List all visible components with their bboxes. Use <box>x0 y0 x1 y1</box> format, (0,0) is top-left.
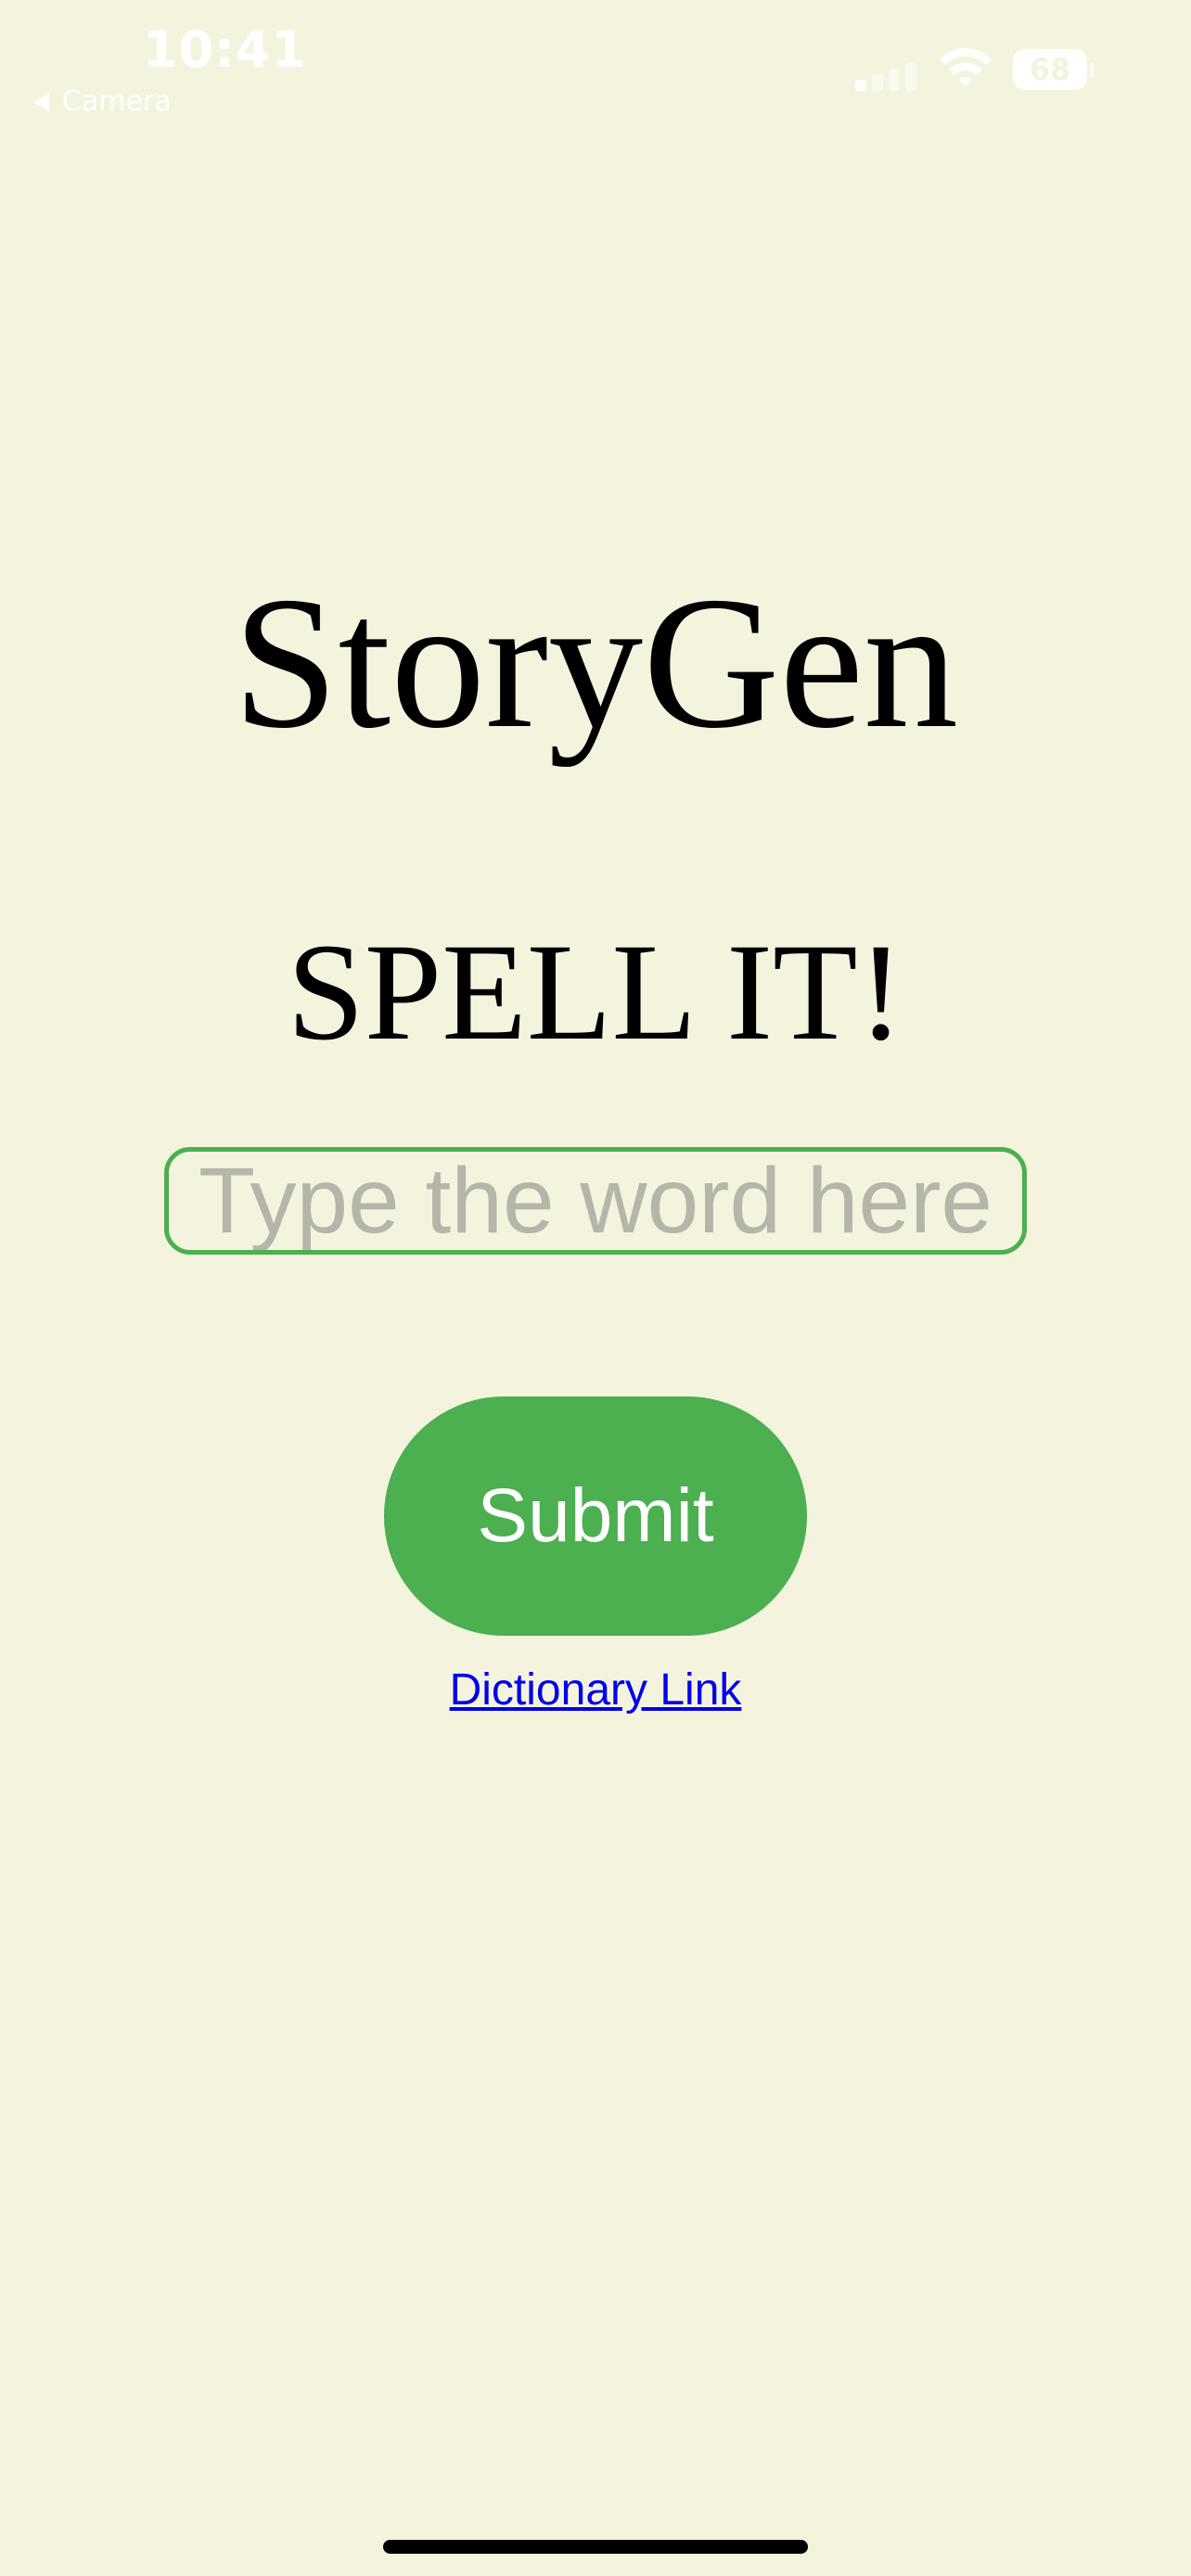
cellular-signal-icon <box>855 63 920 91</box>
battery-level: 68 <box>1013 49 1088 90</box>
spell-prompt-heading: SPELL IT! <box>287 915 904 1069</box>
back-to-app-button[interactable]: Camera <box>33 85 172 118</box>
wifi-icon <box>940 48 992 87</box>
back-app-label: Camera <box>62 85 172 118</box>
app-title: StoryGen <box>233 558 958 768</box>
status-bar: 10:41 Camera 68 <box>0 0 1191 121</box>
submit-button[interactable]: Submit <box>384 1396 807 1636</box>
dictionary-link[interactable]: Dictionary Link <box>450 1665 742 1715</box>
back-arrow-icon <box>33 92 49 111</box>
home-indicator[interactable] <box>383 2540 808 2554</box>
battery-icon: 68 <box>1013 48 1095 91</box>
status-time: 10:41 <box>143 20 307 79</box>
word-input[interactable] <box>164 1147 1027 1255</box>
dictionary-link-container: Dictionary Link <box>0 1662 1191 1719</box>
